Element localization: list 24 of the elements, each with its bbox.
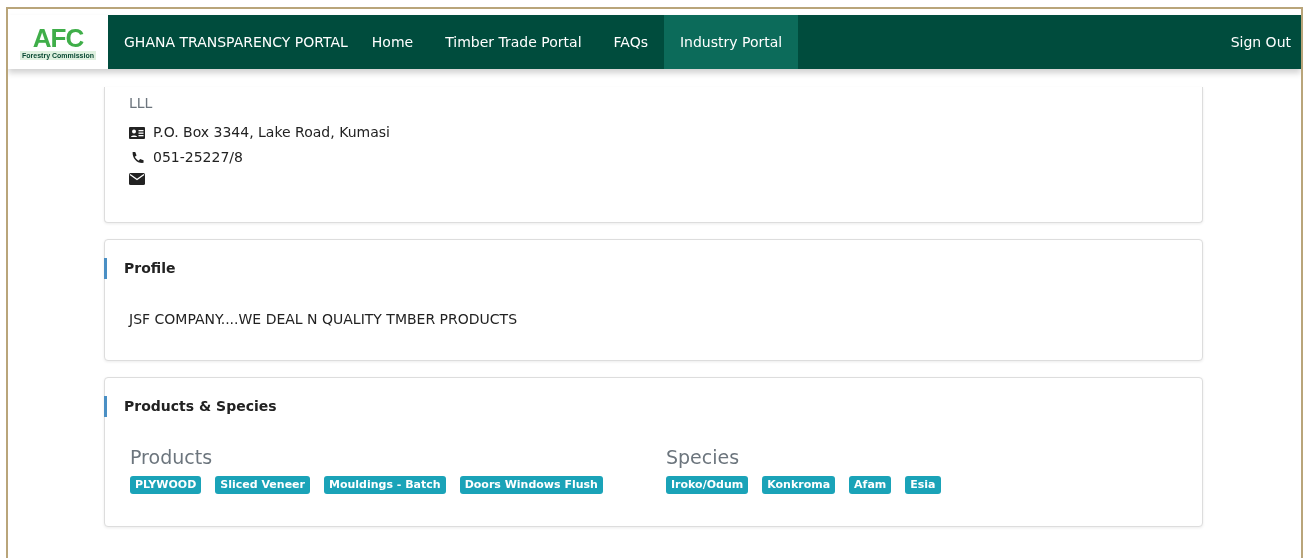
group-heading: Products	[130, 445, 214, 470]
profile-text: JSF COMPANY....WE DEAL N QUALITY TMBER PRODUCTS	[129, 310, 519, 329]
nav-link[interactable]: Timber Trade Portal	[429, 15, 598, 69]
section-title: Products & Species	[104, 396, 1202, 417]
section-title: Profile	[104, 258, 1202, 279]
tag: Mouldings - Batch	[324, 475, 446, 494]
group-heading: Species	[666, 445, 741, 470]
tag: Konkroma	[762, 475, 836, 494]
nav-link[interactable]: Industry Portal	[663, 15, 799, 69]
address-text: P.O. Box 3344, Lake Road, Kumasi	[153, 123, 390, 142]
nav-link[interactable]: FAQs	[597, 15, 664, 69]
tag: Iroko/Odum	[666, 475, 749, 494]
tag: PLYWOOD	[130, 475, 202, 494]
tag: Sliced Veneer	[215, 475, 310, 494]
tag: Doors Windows Flush	[459, 475, 603, 494]
tag: Afam	[849, 475, 892, 494]
phone-text: 051-25227/8	[153, 148, 243, 167]
brand-link[interactable]: GHANA TRANSPARENCY PORTAL	[108, 15, 356, 69]
company-name: LLL	[129, 94, 154, 113]
tag: Esia	[905, 475, 941, 494]
envelope-icon	[129, 172, 145, 186]
id-card-icon	[129, 125, 145, 140]
sign-out-link[interactable]: Sign Out	[1214, 15, 1301, 69]
nav-link[interactable]: Home	[355, 15, 430, 69]
